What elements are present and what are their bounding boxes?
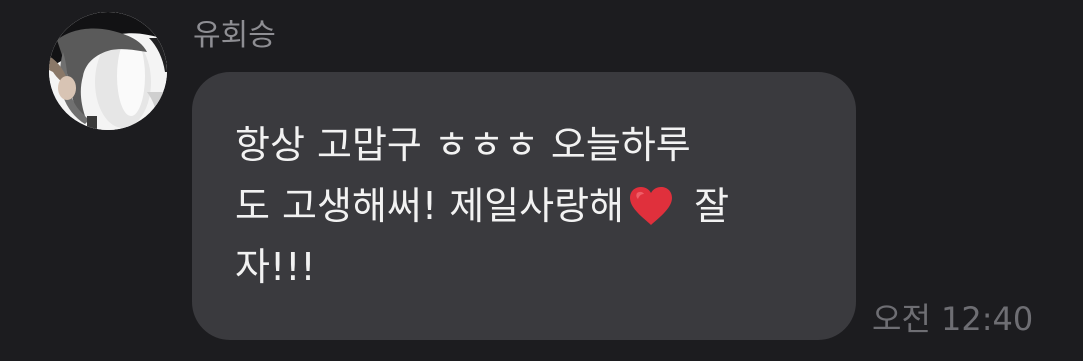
message-text: 항상 고맙구 ㅎㅎㅎ 오늘하루 도 고생해써! 제일사랑해 잘 자!!! [235, 115, 816, 298]
sender-avatar[interactable] [49, 12, 167, 130]
sender-name: 유회승 [193, 18, 276, 53]
message-text-part-1: 항상 고맙구 ㅎㅎㅎ 오늘하루 도 고생해써! 제일사랑해 [235, 123, 691, 228]
avatar-photo [49, 12, 167, 130]
message-timestamp: 오전 12:40 [872, 300, 1034, 338]
heart-icon [628, 184, 674, 226]
message-bubble[interactable]: 항상 고맙구 ㅎㅎㅎ 오늘하루 도 고생해써! 제일사랑해 잘 자!!! [192, 72, 856, 340]
